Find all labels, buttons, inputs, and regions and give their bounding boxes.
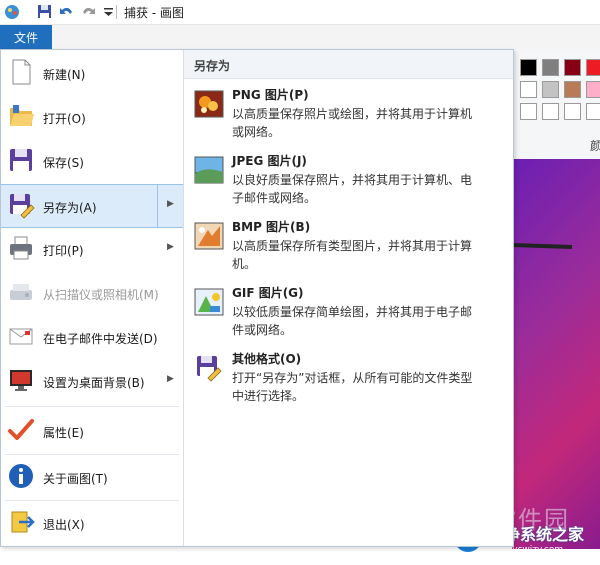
format-name: 其他格式(O) xyxy=(232,352,302,366)
format-description: 以高质量保存照片或绘图，并将其用于计算机或网络。 xyxy=(232,107,473,139)
color-swatch[interactable] xyxy=(564,103,581,120)
drawing-canvas[interactable] xyxy=(512,159,600,549)
paint-app-icon[interactable] xyxy=(4,3,21,20)
color-swatch[interactable] xyxy=(564,81,581,98)
other-formats-icon xyxy=(197,356,222,382)
menu-item-label: 设置为桌面背景(B) xyxy=(43,376,145,390)
file-menu: 新建(N) 打开(O) 保存(S) 另存为(A) ▶ 打印(P) ▶ 从扫描仪或… xyxy=(0,49,514,547)
save-as-bmp[interactable]: BMP 图片(B) 以高质量保存所有类型图片，并将其用于计算机。 xyxy=(190,218,510,280)
format-description: 打开“另存为”对话框，从所有可能的文件类型中进行选择。 xyxy=(232,371,473,403)
format-name: GIF 图片(G) xyxy=(232,286,304,300)
color-swatch[interactable] xyxy=(542,103,559,120)
menu-item-label: 从扫描仪或照相机(M) xyxy=(43,288,159,302)
ribbon-colors-group xyxy=(512,49,600,159)
format-name: BMP 图片(B) xyxy=(232,220,311,234)
menu-item-label: 保存(S) xyxy=(43,156,84,170)
new-file-icon xyxy=(12,59,31,85)
menu-item-label: 在电子邮件中发送(D) xyxy=(43,332,158,346)
email-icon xyxy=(9,328,33,345)
undo-icon[interactable] xyxy=(58,3,75,20)
info-icon xyxy=(9,464,33,488)
customize-toolbar-chevron-icon[interactable] xyxy=(100,3,117,20)
menu-item-label: 退出(X) xyxy=(43,518,85,532)
color-swatch[interactable] xyxy=(542,59,559,76)
menu-item-label: 另存为(A) xyxy=(43,201,97,215)
save-as-submenu: 另存为 PNG 图片(P) 以高质量保存照片或绘图，并将其用于计算机或网络。 J… xyxy=(184,50,513,546)
open-folder-icon xyxy=(10,105,34,126)
save-as-other-formats[interactable]: 其他格式(O) 打开“另存为”对话框，从所有可能的文件类型中进行选择。 xyxy=(190,350,510,412)
menu-item-from-scanner[interactable]: 从扫描仪或照相机(M) xyxy=(1,272,183,316)
save-as-png[interactable]: PNG 图片(P) 以高质量保存照片或绘图，并将其用于计算机或网络。 xyxy=(190,86,510,148)
menu-separator xyxy=(5,454,179,455)
exit-icon xyxy=(11,511,35,533)
save-as-icon xyxy=(10,194,35,219)
ribbon-group-label: 颜 xyxy=(590,139,600,153)
redo-icon[interactable] xyxy=(80,3,97,20)
submenu-split xyxy=(157,185,158,227)
bmp-image-icon xyxy=(194,222,224,250)
menu-separator xyxy=(5,406,179,407)
format-description: 以良好质量保存照片，并将其用于计算机、电子邮件或网络。 xyxy=(232,173,473,205)
menu-item-label: 属性(E) xyxy=(43,426,84,440)
menu-item-set-desktop-background[interactable]: 设置为桌面背景(B) ▶ xyxy=(1,360,183,404)
submenu-header: 另存为 xyxy=(184,50,513,79)
color-swatch[interactable] xyxy=(520,103,537,120)
save-disk-icon xyxy=(10,149,32,171)
color-swatch[interactable] xyxy=(586,81,600,98)
title-bar: 捕获 - 画图 xyxy=(0,0,600,25)
menu-item-new[interactable]: 新建(N) xyxy=(1,52,183,96)
color-swatch[interactable] xyxy=(542,81,559,98)
window-title: 捕获 - 画图 xyxy=(124,6,184,20)
checkmark-icon xyxy=(8,419,34,440)
menu-item-properties[interactable]: 属性(E) xyxy=(1,410,183,454)
color-swatch[interactable] xyxy=(586,59,600,76)
submenu-title: 另存为 xyxy=(194,59,231,73)
menu-separator xyxy=(5,500,179,501)
menu-item-label: 打印(P) xyxy=(43,244,84,258)
color-swatch[interactable] xyxy=(520,59,537,76)
format-name: PNG 图片(P) xyxy=(232,88,309,102)
menu-item-save-as[interactable]: 另存为(A) ▶ xyxy=(1,184,183,228)
menu-item-label: 打开(O) xyxy=(43,112,86,126)
submenu-arrow-icon[interactable]: ▶ xyxy=(167,374,174,384)
toolbar-separator xyxy=(116,5,117,19)
printer-icon xyxy=(10,236,32,260)
menu-item-print[interactable]: 打印(P) ▶ xyxy=(1,228,183,272)
menu-item-send-email[interactable]: 在电子邮件中发送(D) xyxy=(1,316,183,360)
submenu-arrow-icon[interactable]: ▶ xyxy=(167,199,174,209)
menu-item-exit[interactable]: 退出(X) xyxy=(1,502,183,546)
ribbon-tab-strip xyxy=(0,25,600,49)
color-swatch[interactable] xyxy=(520,81,537,98)
menu-item-about-paint[interactable]: 关于画图(T) xyxy=(1,456,183,500)
menu-item-label: 新建(N) xyxy=(43,68,86,82)
save-as-jpeg[interactable]: JPEG 图片(J) 以良好质量保存照片，并将其用于计算机、电子邮件或网络。 xyxy=(190,152,510,214)
save-icon[interactable] xyxy=(36,3,53,20)
color-swatch[interactable] xyxy=(586,103,600,120)
format-name: JPEG 图片(J) xyxy=(232,154,307,168)
gif-image-icon xyxy=(194,288,224,316)
png-image-icon xyxy=(194,90,224,118)
menu-item-save[interactable]: 保存(S) xyxy=(1,140,183,184)
file-menu-commands: 新建(N) 打开(O) 保存(S) 另存为(A) ▶ 打印(P) ▶ 从扫描仪或… xyxy=(1,50,184,546)
desktop-background-icon xyxy=(10,370,32,391)
save-as-gif[interactable]: GIF 图片(G) 以较低质量保存简单绘图，并将其用于电子邮件或网络。 xyxy=(190,284,510,346)
submenu-arrow-icon[interactable]: ▶ xyxy=(167,242,174,252)
menu-item-open[interactable]: 打开(O) xyxy=(1,96,183,140)
format-description: 以高质量保存所有类型图片，并将其用于计算机。 xyxy=(232,239,473,271)
menu-item-label: 关于画图(T) xyxy=(43,472,108,486)
tab-file[interactable]: 文件 xyxy=(0,25,52,49)
scanner-camera-icon xyxy=(10,284,32,300)
format-description: 以较低质量保存简单绘图，并将其用于电子邮件或网络。 xyxy=(232,305,473,337)
jpeg-image-icon xyxy=(194,156,224,184)
color-swatch[interactable] xyxy=(564,59,581,76)
